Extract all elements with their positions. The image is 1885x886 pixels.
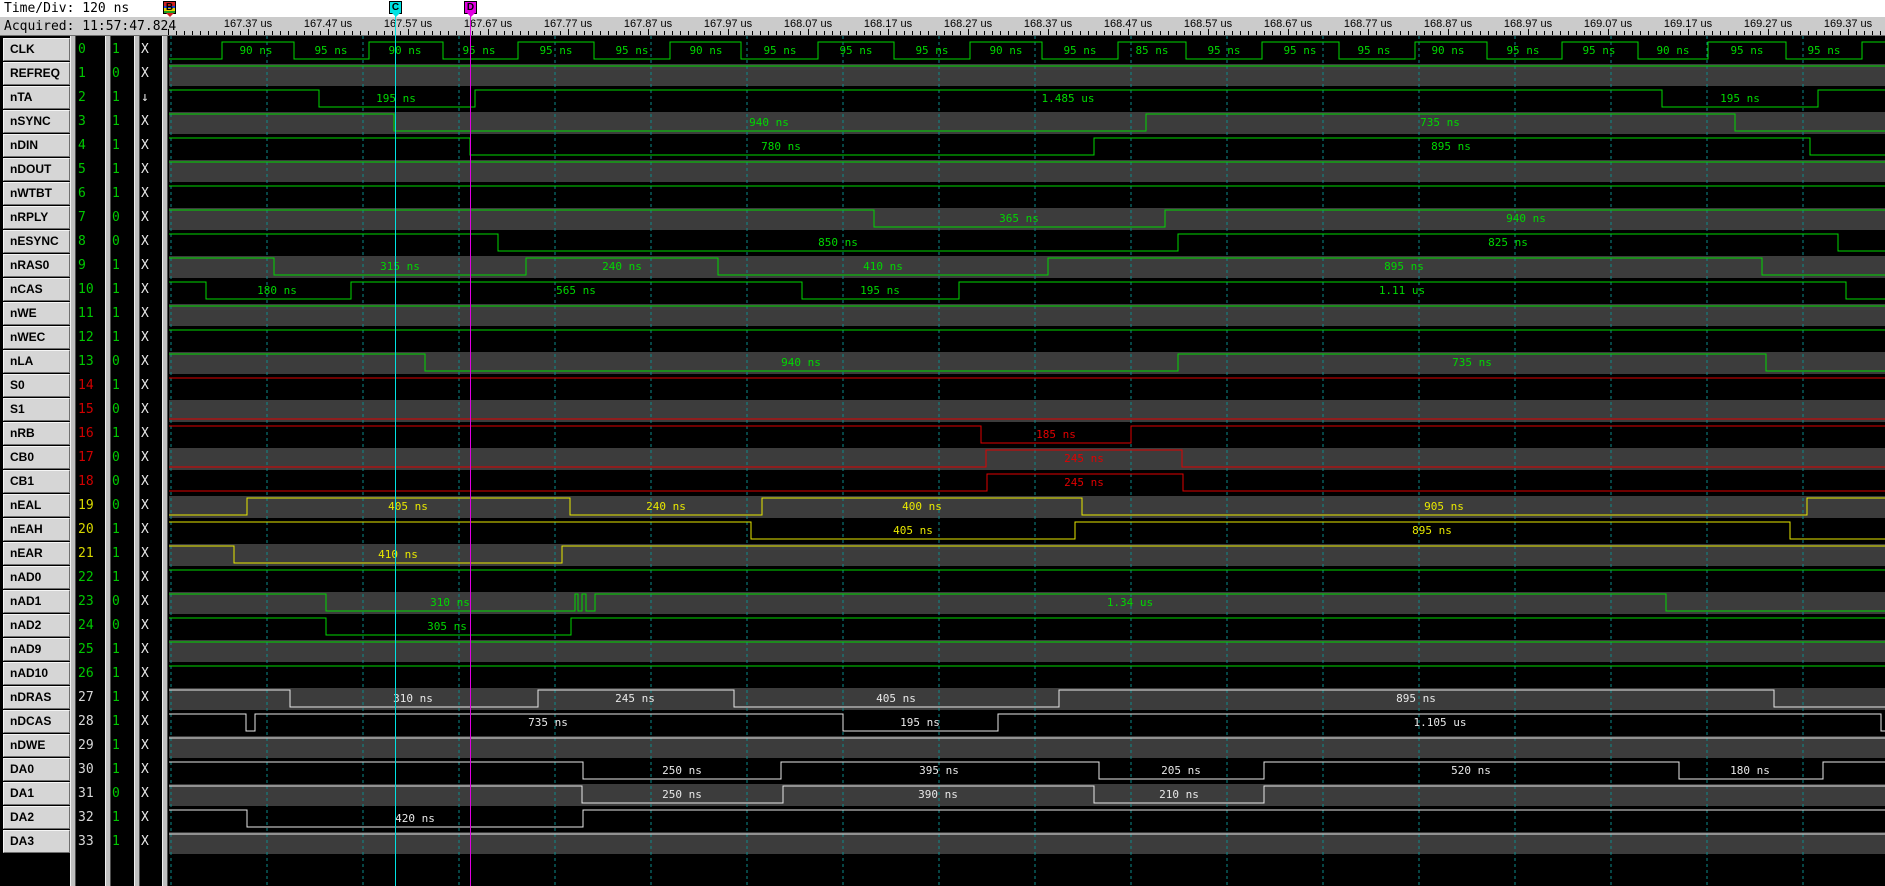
timing-label: 95 ns: [1283, 44, 1316, 57]
waveform-plot[interactable]: 90 ns 95 ns 90 ns 95 ns 95 ns 95 ns 90 ns 95 ns…: [0, 0, 1885, 886]
timing-label: 95 ns: [1207, 44, 1240, 57]
timing-label: 95 ns: [1357, 44, 1390, 57]
timing-label: 95 ns: [1807, 44, 1840, 57]
timing-label: 210 ns: [1159, 788, 1199, 801]
timing-label: 1.34 us: [1107, 596, 1153, 609]
timing-label: 95 ns: [1506, 44, 1539, 57]
timing-label: 850 ns: [818, 236, 858, 249]
timing-label: 195 ns: [376, 92, 416, 105]
timing-label: 895 ns: [1396, 692, 1436, 705]
timing-label: 240 ns: [646, 500, 686, 513]
timing-label: 90 ns: [989, 44, 1022, 57]
timing-label: 410 ns: [378, 548, 418, 561]
timing-label: 95 ns: [839, 44, 872, 57]
timing-label: 520 ns: [1451, 764, 1491, 777]
timing-label: 245 ns: [615, 692, 655, 705]
timing-label: 395 ns: [919, 764, 959, 777]
timing-label: 895 ns: [1384, 260, 1424, 273]
timing-label: 85 ns: [1135, 44, 1168, 57]
timing-label: 905 ns: [1424, 500, 1464, 513]
marker-c-tag[interactable]: C: [389, 1, 402, 14]
timing-label: 410 ns: [863, 260, 903, 273]
marker-b-tag[interactable]: B: [163, 1, 176, 14]
timing-label: 400 ns: [902, 500, 942, 513]
timing-label: 95 ns: [1582, 44, 1615, 57]
timing-label: 305 ns: [427, 620, 467, 633]
timing-label: 735 ns: [528, 716, 568, 729]
timing-label: 90 ns: [1656, 44, 1689, 57]
timing-label: 390 ns: [918, 788, 958, 801]
timing-label: 1.11 us: [1379, 284, 1425, 297]
timing-label: 405 ns: [893, 524, 933, 537]
timing-label: 310 ns: [430, 596, 470, 609]
marker-pointer: [467, 13, 475, 17]
timing-label: 780 ns: [761, 140, 801, 153]
timing-label: 195 ns: [860, 284, 900, 297]
timing-label: 940 ns: [749, 116, 789, 129]
timing-label: 185 ns: [1036, 428, 1076, 441]
marker-pointer: [166, 13, 174, 17]
cursor-line-d[interactable]: [470, 14, 471, 886]
timing-label: 240 ns: [602, 260, 642, 273]
timing-label: 565 ns: [556, 284, 596, 297]
timing-label: 365 ns: [999, 212, 1039, 225]
timing-label: 420 ns: [395, 812, 435, 825]
timing-label: 205 ns: [1161, 764, 1201, 777]
timing-label: 180 ns: [1730, 764, 1770, 777]
timing-label: 90 ns: [388, 44, 421, 57]
timing-label: 250 ns: [662, 764, 702, 777]
timing-label: 940 ns: [1506, 212, 1546, 225]
timing-label: 245 ns: [1064, 452, 1104, 465]
timing-label: 95 ns: [915, 44, 948, 57]
timing-label: 195 ns: [900, 716, 940, 729]
timing-label: 95 ns: [1730, 44, 1763, 57]
timing-label: 90 ns: [239, 44, 272, 57]
timing-label: 95 ns: [763, 44, 796, 57]
timing-label: 250 ns: [662, 788, 702, 801]
timing-label: 405 ns: [876, 692, 916, 705]
timing-label: 95 ns: [615, 44, 648, 57]
timing-label: 95 ns: [314, 44, 347, 57]
timing-label: 735 ns: [1420, 116, 1460, 129]
timing-label: 895 ns: [1431, 140, 1471, 153]
timing-label: 195 ns: [1720, 92, 1760, 105]
timing-label: 95 ns: [462, 44, 495, 57]
timing-label: 245 ns: [1064, 476, 1104, 489]
timing-label: 735 ns: [1452, 356, 1492, 369]
timing-label: 1.105 us: [1414, 716, 1467, 729]
timing-label: 895 ns: [1412, 524, 1452, 537]
timing-label: 825 ns: [1488, 236, 1528, 249]
timing-label: 95 ns: [1063, 44, 1096, 57]
timing-label: 90 ns: [1431, 44, 1464, 57]
cursor-line-c[interactable]: [395, 14, 396, 886]
logic-analyzer-window: Time/Div: 120 ns Acquired: 11:57:47.824 …: [0, 0, 1885, 886]
timing-label: 1.485 us: [1042, 92, 1095, 105]
timing-label: 180 ns: [257, 284, 297, 297]
timing-label: 90 ns: [689, 44, 722, 57]
timing-label: 95 ns: [539, 44, 572, 57]
marker-d-tag[interactable]: D: [464, 1, 477, 14]
timing-label: 940 ns: [781, 356, 821, 369]
timing-label: 310 ns: [393, 692, 433, 705]
marker-pointer: [392, 13, 400, 17]
timing-label: 315 ns: [380, 260, 420, 273]
